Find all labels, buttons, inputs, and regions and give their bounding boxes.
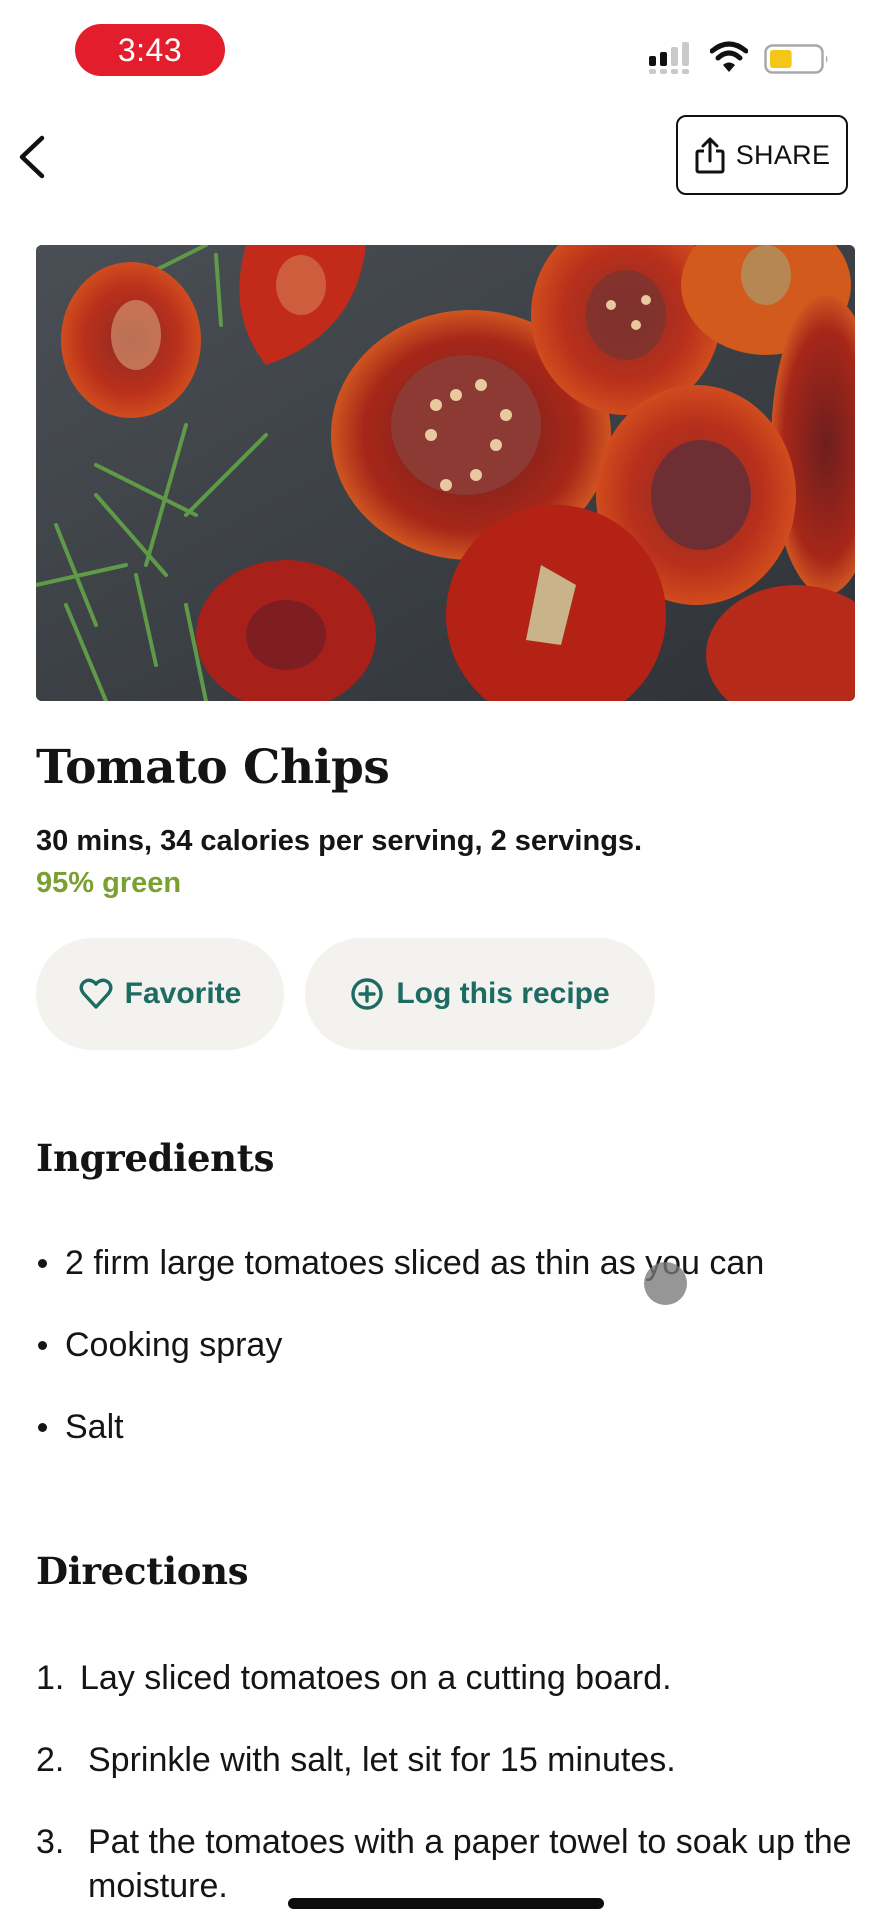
direction-step: 2. Sprinkle with salt, let sit for 15 mi… (36, 1738, 856, 1782)
back-button[interactable] (14, 132, 50, 182)
share-icon (695, 137, 725, 174)
favorite-button[interactable]: Favorite (36, 938, 284, 1050)
share-label: SHARE (735, 139, 831, 170)
recipe-hero-image (36, 245, 855, 701)
battery-icon (764, 44, 828, 74)
green-score: 95% green (36, 867, 182, 899)
direction-step: 1. Lay sliced tomatoes on a cutting boar… (36, 1656, 856, 1700)
bullet (38, 1423, 47, 1432)
plus-circle-icon (351, 978, 384, 1010)
ingredient-item: Cooking spray (36, 1326, 282, 1365)
home-indicator[interactable] (288, 1898, 604, 1909)
status-time: 3:43 (75, 24, 225, 76)
log-recipe-button[interactable]: Log this recipe (305, 938, 655, 1050)
tomato-photo (36, 245, 855, 701)
ingredient-item: Salt (36, 1408, 124, 1447)
ingredient-text: Cooking spray (65, 1326, 283, 1364)
heart-outline-icon (79, 978, 113, 1009)
bullet (38, 1259, 47, 1268)
direction-step: 3. Pat the tomatoes with a paper towel t… (36, 1820, 856, 1908)
step-text: Lay sliced tomatoes on a cutting board. (80, 1659, 672, 1697)
cellular-signal-icon (649, 42, 689, 74)
favorite-label: Favorite (124, 977, 242, 1010)
ingredient-text: Salt (65, 1408, 124, 1446)
wifi-icon (710, 41, 748, 72)
recipe-meta: 30 mins, 34 calories per serving, 2 serv… (36, 825, 643, 857)
bullet (38, 1341, 47, 1350)
step-number: 1. (36, 1659, 65, 1697)
step-number: 3. (36, 1823, 65, 1861)
step-text: Pat the tomatoes with a paper towel to s… (88, 1823, 852, 1905)
share-button[interactable]: SHARE (676, 115, 848, 195)
touch-indicator (644, 1262, 687, 1305)
directions-heading: Directions (36, 1549, 249, 1593)
step-number: 2. (36, 1741, 65, 1779)
recipe-title: Tomato Chips (36, 740, 390, 795)
ingredients-heading: Ingredients (36, 1136, 275, 1180)
step-text: Sprinkle with salt, let sit for 15 minut… (88, 1741, 676, 1779)
log-recipe-label: Log this recipe (396, 977, 610, 1010)
